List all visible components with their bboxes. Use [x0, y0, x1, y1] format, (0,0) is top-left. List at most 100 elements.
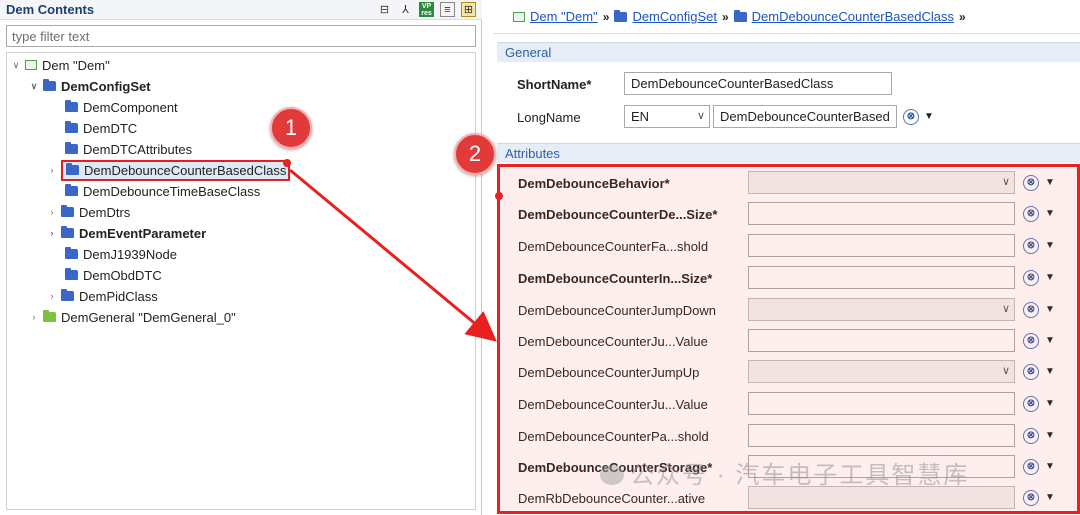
attribute-input[interactable] — [748, 329, 1015, 352]
breadcrumb-separator: » — [721, 9, 729, 24]
reset-value-icon[interactable]: ⊗ — [1023, 333, 1039, 349]
module-icon — [25, 60, 37, 70]
attribute-label: DemDebounceCounterJumpUp — [518, 365, 700, 380]
filter-input[interactable] — [7, 26, 475, 46]
longname-label: LongName — [517, 110, 581, 125]
options-dropdown-icon[interactable]: ▼ — [1045, 208, 1055, 219]
options-dropdown-icon[interactable]: ▼ — [1045, 492, 1055, 503]
tree-node-label: DemDtrs — [79, 204, 131, 220]
reset-value-icon[interactable]: ⊗ — [1023, 459, 1039, 475]
options-dropdown-icon[interactable]: ▼ — [1045, 366, 1055, 377]
tree-node-dempidclass[interactable]: › DemPidClass — [46, 286, 158, 306]
longname-input[interactable]: DemDebounceCounterBased — [713, 105, 897, 128]
vp-res-icon[interactable]: VP res — [419, 2, 434, 17]
tree-node-label: DemGeneral "DemGeneral_0" — [61, 309, 236, 325]
tree-node-dem[interactable]: ∨ Dem "Dem" — [10, 55, 110, 75]
tree-node-demdtcattributes[interactable]: DemDTCAttributes — [50, 139, 192, 159]
step-badge-1: 1 — [270, 107, 312, 149]
expand-icon[interactable]: › — [46, 207, 58, 217]
watermark: 公众号 · 汽车电子工具智慧库 — [600, 455, 969, 490]
expand-icon[interactable]: ∨ — [28, 81, 40, 92]
document-icon[interactable]: ≡ — [440, 2, 455, 17]
selected-tree-item[interactable]: DemDebounceCounterBasedClass — [61, 159, 291, 181]
folder-icon — [43, 79, 56, 91]
folder-icon — [614, 9, 628, 22]
tree-node-demgeneral[interactable]: › DemGeneral "DemGeneral_0" — [28, 307, 236, 327]
options-dropdown-icon[interactable]: ▼ — [1045, 398, 1055, 409]
options-dropdown-icon[interactable]: ▼ — [1045, 461, 1055, 472]
tree-structure-icon[interactable]: ⅄ — [398, 2, 413, 17]
reset-value-icon[interactable]: ⊗ — [1023, 238, 1039, 254]
expand-icon[interactable]: › — [46, 165, 58, 175]
attribute-input[interactable] — [748, 202, 1015, 225]
attribute-input[interactable] — [748, 424, 1015, 447]
tree-node-demconfigset[interactable]: ∨ DemConfigSet — [28, 76, 151, 96]
attribute-input[interactable] — [748, 234, 1015, 257]
breadcrumb-separator[interactable]: » — [959, 10, 966, 24]
tree-node-label: DemEventParameter — [79, 225, 207, 241]
reset-value-icon[interactable]: ⊗ — [1023, 206, 1039, 222]
reset-value-icon[interactable]: ⊗ — [1023, 490, 1039, 506]
tree-node-demdtc[interactable]: DemDTC — [50, 118, 137, 138]
reset-value-icon[interactable]: ⊗ — [1023, 396, 1039, 412]
attribute-input[interactable] — [748, 266, 1015, 289]
attribute-label: DemDebounceCounterJu...Value — [518, 334, 708, 349]
attribute-label: DemDebounceCounterPa...shold — [518, 429, 709, 444]
language-select[interactable]: EN ∨ — [624, 105, 710, 128]
reset-value-icon[interactable]: ⊗ — [1023, 428, 1039, 444]
expand-icon[interactable]: ∨ — [10, 60, 22, 71]
expand-icon[interactable]: › — [46, 228, 58, 238]
collapse-all-icon[interactable]: ⊟ — [377, 2, 392, 17]
options-dropdown-icon[interactable]: ▼ — [1045, 272, 1055, 283]
breadcrumb-item-dem[interactable]: Dem "Dem" — [530, 9, 598, 24]
reset-value-icon[interactable]: ⊗ — [1023, 270, 1039, 286]
options-dropdown-icon[interactable]: ▼ — [1045, 177, 1055, 188]
properties-editor: Dem "Dem" » DemConfigSet » DemDebounceCo… — [493, 0, 1080, 515]
options-dropdown-icon[interactable]: ▼ — [1045, 240, 1055, 251]
tree-node-label: Dem "Dem" — [42, 57, 110, 73]
folder-icon — [65, 100, 78, 112]
chevron-down-icon: ∨ — [1001, 176, 1010, 188]
breadcrumb: Dem "Dem" » DemConfigSet » DemDebounceCo… — [493, 0, 1080, 34]
dem-contents-panel: Dem Contents ⊟ ⅄ VPres ≡ ⊞ ∨ Dem "Dem" ∨… — [0, 0, 482, 515]
reset-value-icon[interactable]: ⊗ — [1023, 175, 1039, 191]
reset-value-icon[interactable]: ⊗ — [1023, 302, 1039, 318]
tree-node-demdebouncecounterbasedclass[interactable]: › DemDebounceCounterBasedClass — [46, 159, 291, 181]
general-section-header[interactable]: General — [497, 42, 1080, 62]
module-icon — [513, 11, 525, 22]
tree-node-demcomponent[interactable]: DemComponent — [50, 97, 178, 117]
breadcrumb-item-demconfigset[interactable]: DemConfigSet — [632, 9, 717, 24]
options-dropdown-icon[interactable]: ▼ — [1045, 304, 1055, 315]
options-dropdown-icon[interactable]: ▼ — [924, 111, 934, 122]
tree-node-demdtrs[interactable]: › DemDtrs — [46, 202, 131, 222]
breadcrumb-item-demdebouncecounterbasedclass[interactable]: DemDebounceCounterBasedClass — [752, 9, 954, 24]
expand-icon[interactable]: › — [28, 312, 40, 322]
shortname-input[interactable]: DemDebounceCounterBasedClass — [624, 72, 892, 95]
tree-node-demj1939node[interactable]: DemJ1939Node — [50, 244, 177, 264]
tree-node-label: DemDTC — [83, 120, 138, 136]
tree-node-label: DemDebounceCounterBasedClass — [84, 162, 287, 178]
tree-node-demdebouncetimebaseclass[interactable]: DemDebounceTimeBaseClass — [50, 181, 260, 201]
folder-icon — [61, 205, 74, 217]
tree-node-demobddtc[interactable]: DemObdDTC — [50, 265, 162, 285]
reset-value-icon[interactable]: ⊗ — [1023, 364, 1039, 380]
filter-field[interactable] — [6, 25, 476, 47]
attributes-section-header[interactable]: Attributes — [497, 143, 1080, 163]
attribute-select[interactable]: ∨ — [748, 298, 1015, 321]
watermark-text: 公众号 · 汽车电子工具智慧库 — [630, 462, 970, 489]
folder-icon — [65, 247, 78, 259]
breadcrumb-separator: » — [602, 9, 610, 24]
options-dropdown-icon[interactable]: ▼ — [1045, 430, 1055, 441]
options-dropdown-icon[interactable]: ▼ — [1045, 335, 1055, 346]
attribute-label: DemDebounceBehavior* — [518, 176, 670, 191]
tree-node-demeventparameter[interactable]: › DemEventParameter — [46, 223, 207, 243]
attribute-select[interactable]: ∨ — [748, 360, 1015, 383]
tree-node-label: DemConfigSet — [61, 78, 151, 94]
folder-icon — [66, 163, 79, 175]
shortname-label: ShortName* — [517, 77, 592, 92]
attribute-select[interactable]: ∨ — [748, 171, 1015, 194]
grid-view-icon[interactable]: ⊞ — [461, 2, 476, 17]
attribute-input[interactable] — [748, 392, 1015, 415]
expand-icon[interactable]: › — [46, 291, 58, 301]
reset-value-icon[interactable]: ⊗ — [903, 109, 919, 125]
